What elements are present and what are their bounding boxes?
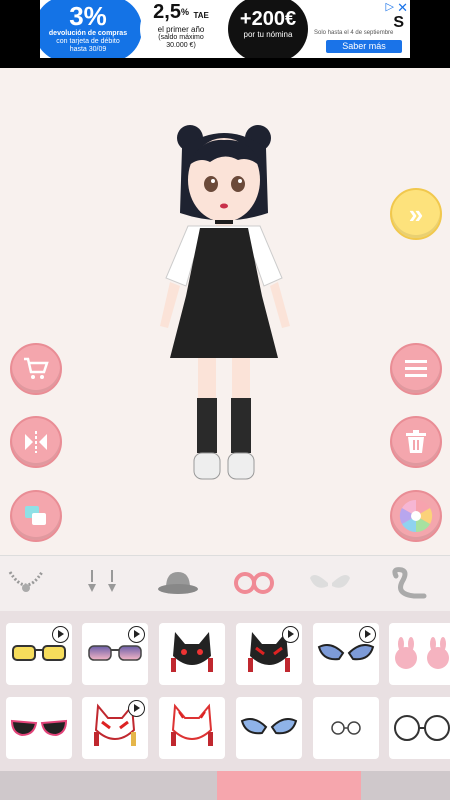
flip-button[interactable] xyxy=(10,416,62,468)
double-chevron-right-icon: » xyxy=(408,198,424,229)
ad-banner[interactable]: 3% devolución de compras con tarjeta de … xyxy=(0,0,450,68)
ad-deadline-text: Solo hasta el 4 de septiembre xyxy=(314,30,394,36)
menu-icon xyxy=(405,360,427,377)
butterfly-glasses-icon xyxy=(317,644,375,661)
ad-offer-2-tae: TAE xyxy=(193,11,209,20)
item-pink-cat-eye-sunglasses[interactable] xyxy=(6,697,72,759)
layers-icon xyxy=(25,506,46,525)
item-black-red-fox-mask[interactable] xyxy=(236,623,302,685)
ad-offer-1-line1: devolución de compras xyxy=(48,30,128,37)
ad-brand-logo: S xyxy=(393,14,404,31)
hat-icon xyxy=(158,572,198,594)
category-tail[interactable] xyxy=(380,564,432,602)
bottom-tab-active[interactable] xyxy=(217,771,361,800)
wings-icon xyxy=(310,574,350,588)
item-pink-gradient-sunglasses[interactable] xyxy=(82,623,148,685)
color-palette-icon xyxy=(399,499,433,533)
ad-offer-1-value: 3% xyxy=(69,1,107,31)
color-button[interactable] xyxy=(390,490,442,542)
white-fox-mask-icon xyxy=(171,703,213,746)
ad-offer-3-value: +200€ xyxy=(239,8,297,30)
trash-icon xyxy=(406,430,426,453)
next-button[interactable]: » xyxy=(390,188,442,240)
item-large-round-glasses[interactable] xyxy=(389,697,450,759)
cart-icon xyxy=(24,357,49,379)
video-unlock-icon[interactable] xyxy=(128,700,145,717)
ad-offer-1-line3: hasta 30/09 xyxy=(69,46,107,53)
item-white-fox-mask[interactable] xyxy=(159,697,225,759)
video-unlock-icon[interactable] xyxy=(359,626,376,643)
ad-content[interactable]: 3% devolución de compras con tarjeta de … xyxy=(40,0,410,58)
item-yellow-sunglasses[interactable] xyxy=(6,623,72,685)
ad-cta-button[interactable]: Saber más xyxy=(326,40,402,53)
category-hat[interactable] xyxy=(152,564,204,602)
necklace-icon xyxy=(8,571,44,592)
item-blue-butterfly-glasses-2[interactable] xyxy=(236,697,302,759)
item-grid xyxy=(0,611,450,771)
ad-offer-2-line2: (saldo máximo xyxy=(158,34,204,41)
menu-button[interactable] xyxy=(390,343,442,395)
ad-offer-3-line1: por tu nómina xyxy=(243,30,293,39)
item-bunny-glasses[interactable] xyxy=(389,623,450,685)
category-glasses[interactable] xyxy=(228,564,280,602)
item-white-fox-mask-red[interactable] xyxy=(82,697,148,759)
black-fox-mask-icon xyxy=(171,632,213,672)
category-earrings[interactable] xyxy=(76,564,128,602)
cat-eye-sunglasses-icon xyxy=(10,719,68,737)
layers-button[interactable] xyxy=(10,490,62,542)
butterfly-glasses-icon xyxy=(240,718,298,735)
character-stage: » xyxy=(0,68,450,555)
pink-sunglasses-icon xyxy=(88,645,142,661)
bunny-glasses-icon xyxy=(395,637,449,669)
tail-icon xyxy=(392,567,427,599)
mirror-flip-icon xyxy=(25,431,47,453)
ad-offer-1: 3% devolución de compras con tarjeta de … xyxy=(40,0,142,58)
item-blue-butterfly-glasses[interactable] xyxy=(313,623,379,685)
bottom-bar xyxy=(0,771,450,800)
category-wings[interactable] xyxy=(304,564,356,602)
item-black-fox-mask[interactable] xyxy=(159,623,225,685)
ad-close-icon[interactable]: ✕ xyxy=(397,0,408,16)
ad-offer-3: +200€ por tu nómina xyxy=(228,0,308,58)
ad-offer-2-line1: el primer año xyxy=(157,25,205,34)
shop-button[interactable] xyxy=(10,343,62,395)
small-round-glasses-icon xyxy=(331,721,361,735)
earrings-icon xyxy=(88,570,116,592)
glasses-icon xyxy=(234,572,274,594)
adchoices-icon[interactable]: ▷ xyxy=(386,0,394,13)
yellow-sunglasses-icon xyxy=(12,645,66,661)
large-round-glasses-icon xyxy=(394,715,450,741)
video-unlock-icon[interactable] xyxy=(52,626,69,643)
ad-offer-2-line3: 30.000 €) xyxy=(166,42,196,49)
delete-button[interactable] xyxy=(390,416,442,468)
character xyxy=(160,125,290,480)
ad-offer-2-pct: % xyxy=(180,7,189,17)
ad-offer-2: 2,5% TAE el primer año (saldo máximo 30.… xyxy=(140,0,222,58)
video-unlock-icon[interactable] xyxy=(282,626,299,643)
category-necklace[interactable] xyxy=(0,564,52,602)
item-small-round-glasses[interactable] xyxy=(313,697,379,759)
category-bar xyxy=(0,555,450,612)
video-unlock-icon[interactable] xyxy=(128,626,145,643)
ad-offer-1-line2: con tarjeta de débito xyxy=(56,38,120,45)
ad-offer-2-value: 2,5 xyxy=(153,1,181,23)
